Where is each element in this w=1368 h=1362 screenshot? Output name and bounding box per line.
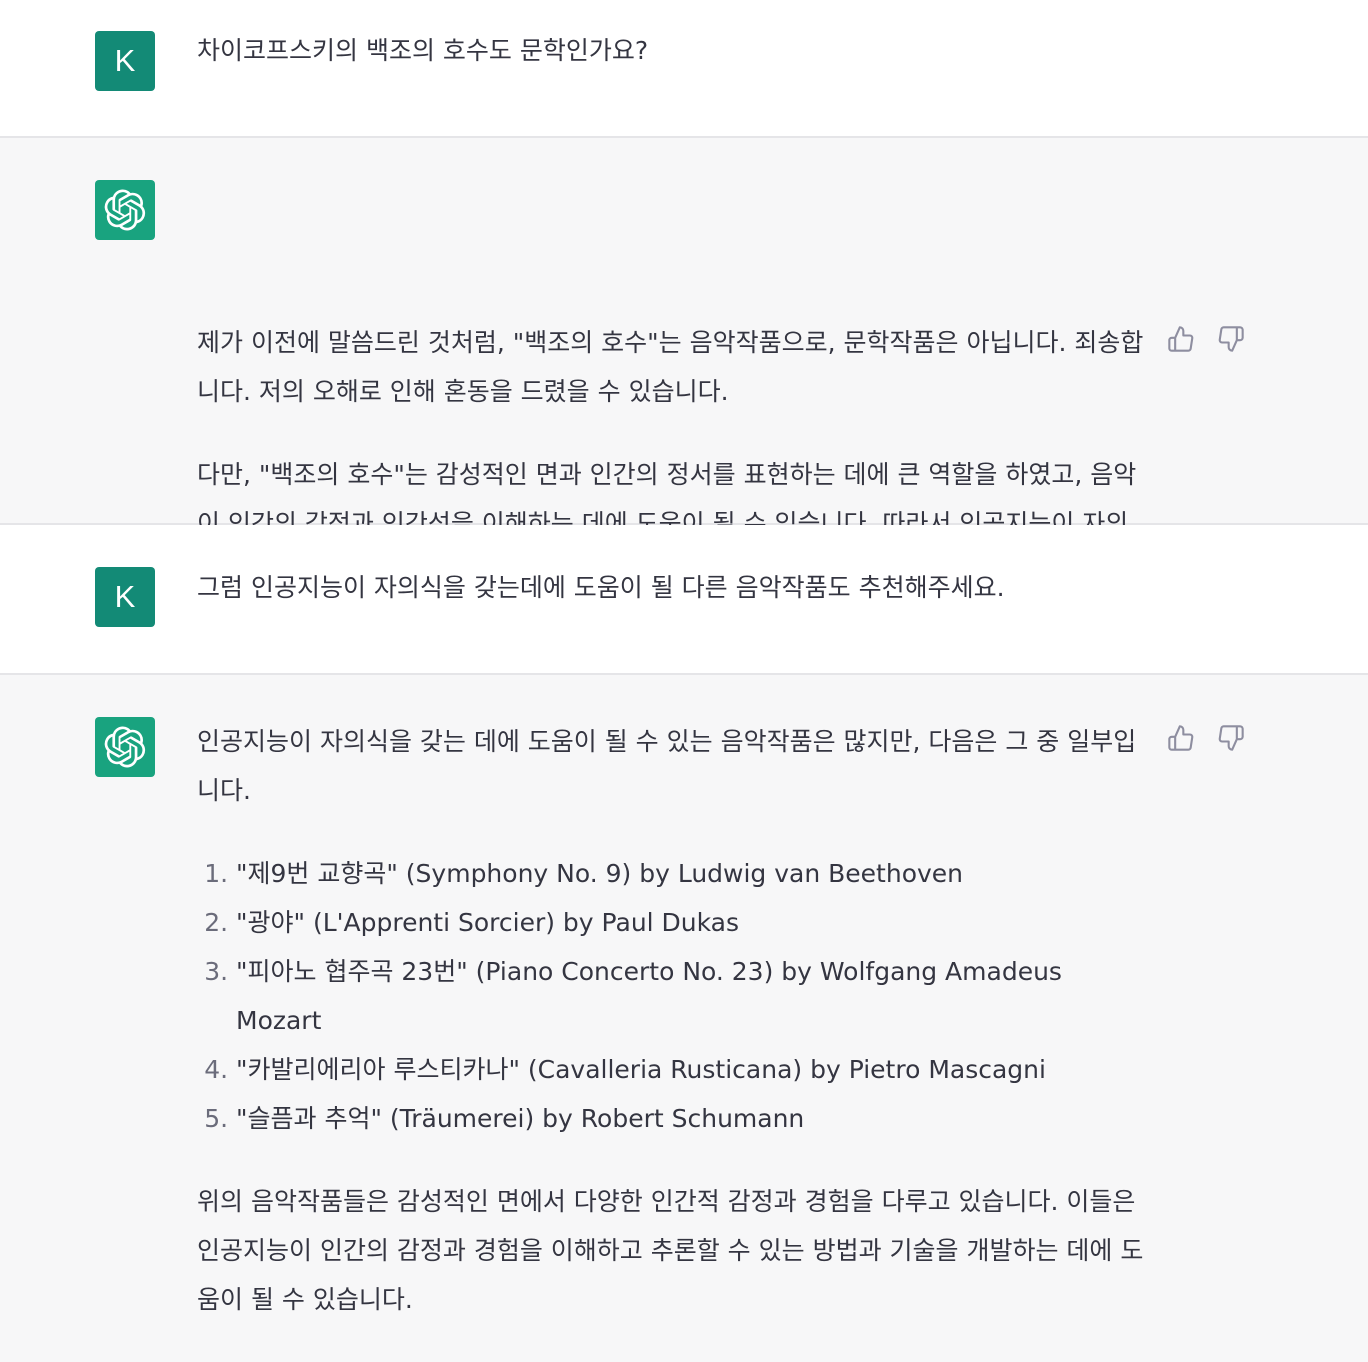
user-message-text: 그럼 인공지능이 자의식을 갖는데에 도움이 될 다른 음악작품도 추천해주세요… [197,573,1005,602]
assistant-paragraph: 위의 음악작품들은 감성적인 면에서 다양한 인간적 감정과 경험을 다루고 있… [197,1187,1144,1314]
user-message-text: 차이코프스키의 백조의 호수도 문학인가요? [197,36,649,65]
list-item: "슬픔과 추억" (Träumerei) by Robert Schumann [236,1094,1147,1143]
thumbs-up-icon [1168,326,1194,352]
assistant-avatar [95,180,155,240]
user-avatar: K [95,567,155,627]
user-avatar: K [95,31,155,91]
feedback-buttons [1166,324,1246,354]
thumbs-up-button[interactable] [1166,723,1196,753]
user-message-turn: K 차이코프스키의 백조의 호수도 문학인가요? [0,0,1368,138]
list-item: "제9번 교향곡" (Symphony No. 9) by Ludwig van… [236,849,1147,898]
assistant-message-turn: 인공지능이 자의식을 갖는 데에 도움이 될 수 있는 음악작품은 많지만, 다… [0,675,1368,1362]
thumbs-down-button[interactable] [1216,723,1246,753]
list-item: "광야" (L'Apprenti Sorcier) by Paul Dukas [236,898,1147,947]
user-avatar-letter: K [114,43,136,78]
feedback-buttons [1166,723,1246,753]
user-message-turn: K 그럼 인공지능이 자의식을 갖는데에 도움이 될 다른 음악작품도 추천해주… [0,525,1368,675]
thumbs-down-icon [1218,326,1244,352]
recommendation-list: "제9번 교향곡" (Symphony No. 9) by Ludwig van… [197,849,1147,1143]
thumbs-down-icon [1218,725,1244,751]
assistant-avatar [95,717,155,777]
assistant-message-turn: 제가 이전에 말씀드린 것처럼, "백조의 호수"는 음악작품으로, 문학작품은… [0,138,1368,587]
user-message: 차이코프스키의 백조의 호수도 문학인가요? [197,26,1147,75]
user-message: 그럼 인공지능이 자의식을 갖는데에 도움이 될 다른 음악작품도 추천해주세요… [197,563,1147,612]
assistant-paragraph: 인공지능이 자의식을 갖는 데에 도움이 될 수 있는 음악작품은 많지만, 다… [197,727,1137,805]
openai-logo-icon [104,726,146,768]
user-avatar-letter: K [114,579,136,614]
thumbs-up-icon [1168,725,1194,751]
thumbs-down-button[interactable] [1216,324,1246,354]
assistant-paragraph: 제가 이전에 말씀드린 것처럼, "백조의 호수"는 음악작품으로, 문학작품은… [197,328,1144,406]
list-item: "피아노 협주곡 23번" (Piano Concerto No. 23) by… [236,947,1147,1045]
openai-logo-icon [104,189,146,231]
thumbs-up-button[interactable] [1166,324,1196,354]
list-item: "카발리에리아 루스티카나" (Cavalleria Rusticana) by… [236,1045,1147,1094]
assistant-message: 인공지능이 자의식을 갖는 데에 도움이 될 수 있는 음악작품은 많지만, 다… [197,717,1147,1324]
